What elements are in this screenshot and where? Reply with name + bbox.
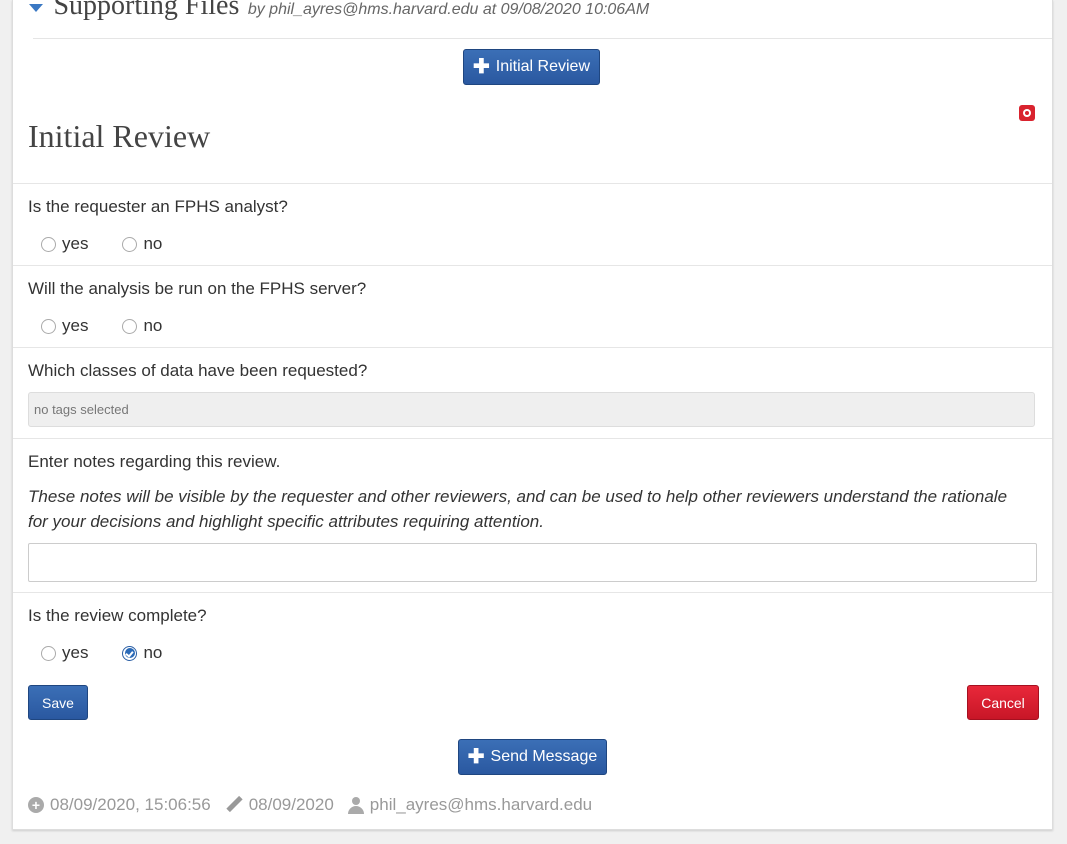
review-panel: Supporting Files by phil_ayres@hms.harva… bbox=[12, 0, 1053, 830]
created-timestamp: 08/09/2020, 15:06:56 bbox=[50, 795, 211, 814]
radio-group-fphs-server: yes no bbox=[41, 316, 196, 336]
radio-yes[interactable] bbox=[41, 236, 56, 252]
radio-no[interactable] bbox=[122, 236, 138, 252]
plus-icon: ✚ bbox=[472, 56, 490, 78]
user-icon bbox=[347, 796, 364, 814]
section-title: Initial Review bbox=[28, 118, 211, 154]
radio-yes-label: yes bbox=[62, 316, 89, 335]
radio-no[interactable] bbox=[122, 318, 138, 334]
question-fphs-server: Will the analysis be run on the FPHS ser… bbox=[28, 279, 367, 298]
header-byline: by phil_ayres@hms.harvard.edu at 09/08/2… bbox=[247, 1, 650, 18]
radio-group-review-complete: yes no bbox=[41, 643, 196, 663]
divider bbox=[13, 265, 1052, 266]
divider bbox=[13, 592, 1052, 593]
question-data-classes: Which classes of data have been requeste… bbox=[28, 361, 368, 380]
data-classes-tags-input[interactable]: no tags selected bbox=[28, 392, 1035, 427]
radio-no-label: no bbox=[143, 643, 163, 662]
radio-group-fphs-analyst: yes no bbox=[41, 234, 196, 254]
save-button[interactable]: Save bbox=[28, 685, 88, 720]
close-icon[interactable] bbox=[1019, 105, 1035, 121]
radio-no-label: no bbox=[143, 234, 163, 253]
question-review-complete: Is the review complete? bbox=[28, 606, 207, 625]
initial-review-button-label: Initial Review bbox=[495, 58, 591, 75]
question-notes: Enter notes regarding this review. bbox=[28, 452, 281, 471]
radio-no[interactable] bbox=[122, 645, 138, 661]
divider bbox=[13, 347, 1052, 348]
caret-down-icon[interactable] bbox=[29, 3, 43, 12]
user-email: phil_ayres@hms.harvard.edu bbox=[369, 795, 593, 814]
radio-no-label: no bbox=[143, 316, 163, 335]
plus-circle-icon: + bbox=[28, 797, 44, 813]
initial-review-button[interactable]: ✚ Initial Review bbox=[463, 49, 600, 85]
header-divider bbox=[33, 38, 1052, 39]
divider bbox=[13, 183, 1052, 184]
pencil-icon bbox=[225, 796, 243, 814]
question-fphs-analyst: Is the requester an FPHS analyst? bbox=[28, 197, 288, 216]
send-message-button[interactable]: ✚ Send Message bbox=[458, 739, 607, 775]
supporting-files-header[interactable]: Supporting Files by phil_ayres@hms.harva… bbox=[29, 0, 649, 30]
send-message-button-label: Send Message bbox=[490, 748, 598, 765]
radio-yes-label: yes bbox=[62, 643, 89, 662]
divider bbox=[13, 438, 1052, 439]
notes-field[interactable] bbox=[28, 543, 1037, 582]
plus-icon: ✚ bbox=[467, 746, 485, 768]
cancel-button[interactable]: Cancel bbox=[967, 685, 1039, 720]
metadata-footer: + 08/09/2020, 15:06:56 08/09/2020 phil_a… bbox=[28, 795, 606, 815]
radio-yes[interactable] bbox=[41, 645, 56, 661]
updated-date: 08/09/2020 bbox=[248, 795, 334, 814]
radio-yes[interactable] bbox=[41, 318, 56, 334]
notes-help-text: These notes will be visible by the reque… bbox=[28, 487, 1008, 531]
radio-yes-label: yes bbox=[62, 234, 89, 253]
supporting-files-title: Supporting Files bbox=[53, 0, 240, 21]
